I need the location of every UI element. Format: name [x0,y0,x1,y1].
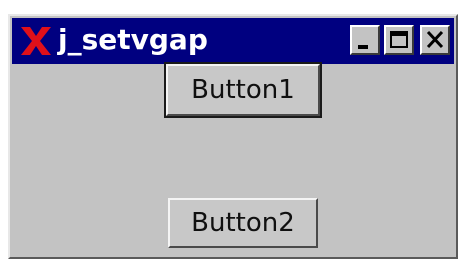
window-title: j_setvgap [58,23,208,56]
button-1[interactable]: Button1 [164,62,322,118]
minimize-icon [358,45,368,49]
maximize-button[interactable] [384,25,414,55]
close-button[interactable] [420,25,450,55]
title-bar[interactable]: j_setvgap [12,18,454,64]
minimize-button[interactable] [350,25,380,55]
maximize-icon [390,31,408,48]
button-2[interactable]: Button2 [168,198,318,248]
close-icon [426,30,444,49]
app-x-icon [18,24,54,58]
